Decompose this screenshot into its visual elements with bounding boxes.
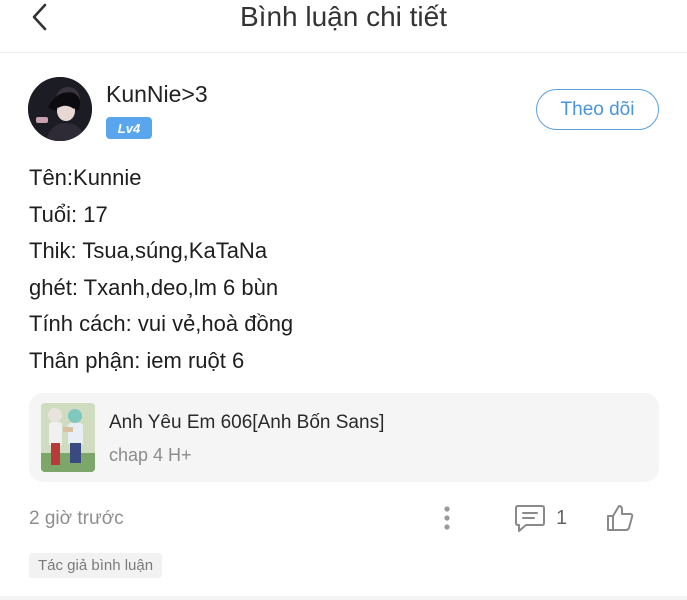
header-bar: Bình luận chi tiết <box>0 0 687 46</box>
username[interactable]: KunNie>3 <box>106 80 208 108</box>
author-tag: Tác giả bình luận <box>29 553 163 578</box>
comment-line: Thân phận: iem ruột 6 <box>29 347 245 373</box>
page-title: Bình luận chi tiết <box>239 1 448 32</box>
story-title: Anh Yêu Em 606[Anh Bốn Sans] <box>109 412 385 433</box>
reply-count: 1 <box>556 506 568 529</box>
comment-line: Tên:Kunnie <box>29 165 142 190</box>
comment-line: Thik: Tsua,súng,KaTaNa <box>29 238 268 263</box>
comment-text: Tên:Kunnie Tuổi: 17 Thik: Tsua,súng,KaTa… <box>29 160 659 379</box>
header-divider <box>0 52 687 53</box>
avatar-image <box>28 77 92 141</box>
more-button[interactable] <box>436 503 458 533</box>
comment-line: Tuổi: 17 <box>29 201 108 227</box>
comment-line: Tính cách: vui vẻ,hoà đồng <box>29 311 294 336</box>
footer-divider <box>0 596 687 600</box>
reply-button[interactable]: 1 <box>514 502 567 534</box>
story-card[interactable]: Anh Yêu Em 606[Anh Bốn Sans] chap 4 H+ <box>29 393 659 482</box>
comment-line: ghét: Txanh,deo,lm 6 bùn <box>29 274 279 300</box>
comment-timestamp: 2 giờ trước <box>29 508 124 529</box>
follow-button[interactable]: Theo dõi <box>536 89 659 130</box>
story-chapter: chap 4 H+ <box>109 445 192 465</box>
level-badge: Lv4 <box>106 117 152 139</box>
comment-icon <box>515 505 545 532</box>
story-cover-image <box>41 403 95 472</box>
like-button[interactable] <box>603 501 637 535</box>
thumbs-up-icon <box>607 505 634 531</box>
more-vertical-icon <box>444 506 450 530</box>
avatar[interactable] <box>28 77 92 141</box>
